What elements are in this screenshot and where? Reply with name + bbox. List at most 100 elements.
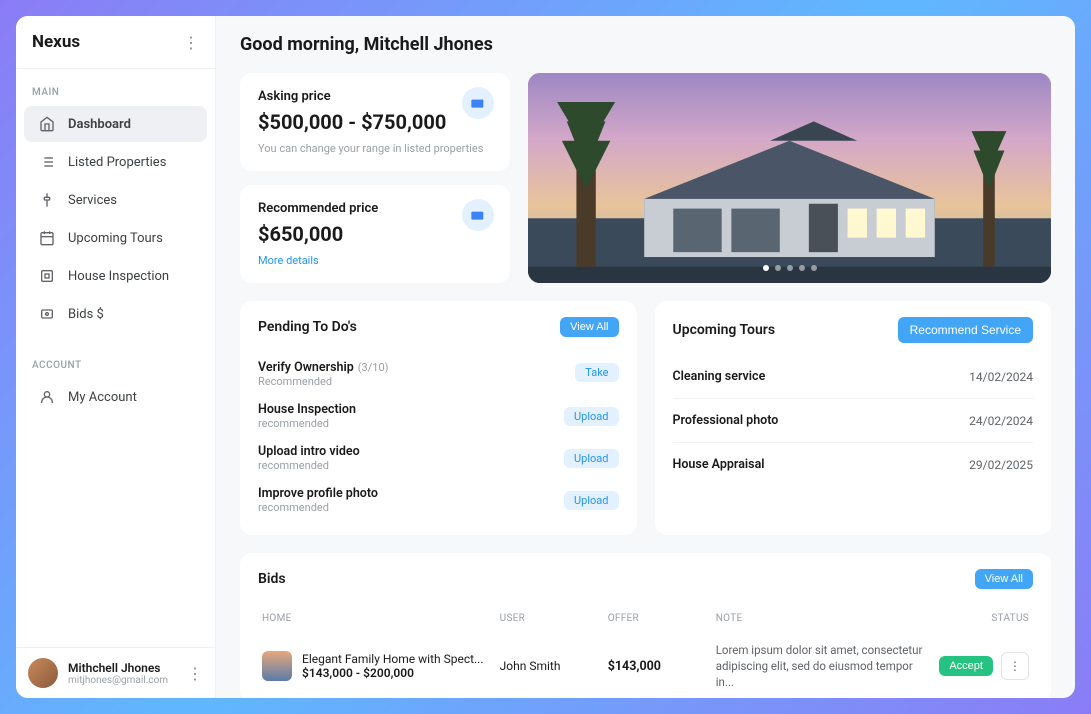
col-user: USER: [500, 613, 608, 624]
todo-action-take[interactable]: Take: [575, 363, 618, 382]
user-icon: [38, 388, 56, 406]
home-icon: [38, 115, 56, 133]
nav-label: Dashboard: [68, 117, 131, 132]
sidebar: Nexus ⋮ MAIN Dashboard Listed Properties…: [16, 16, 216, 698]
dot[interactable]: [775, 265, 781, 271]
dot[interactable]: [811, 265, 817, 271]
recommend-service-button[interactable]: Recommend Service: [898, 317, 1033, 343]
tour-item[interactable]: Cleaning service 14/02/2024: [673, 355, 1034, 399]
nav-item-listed-properties[interactable]: Listed Properties: [24, 144, 207, 180]
money-icon: [38, 305, 56, 323]
view-all-todos-button[interactable]: View All: [560, 317, 618, 337]
col-home: HOME: [262, 613, 500, 624]
nav-item-bids[interactable]: Bids $: [24, 296, 207, 332]
card-value: $500,000 - $750,000: [258, 110, 492, 134]
asking-price-card: Asking price $500,000 - $750,000 You can…: [240, 73, 510, 171]
view-all-bids-button[interactable]: View All: [975, 569, 1033, 589]
nav-label: Listed Properties: [68, 155, 166, 170]
top-row: Asking price $500,000 - $750,000 You can…: [240, 73, 1051, 283]
sidebar-header: Nexus ⋮: [16, 16, 215, 69]
card-note: You can change your range in listed prop…: [258, 142, 492, 155]
sidebar-user-footer[interactable]: Mithchell Jhones mitjhones@gmail.com ⋮: [16, 647, 215, 698]
tour-name: Professional photo: [673, 413, 779, 428]
sidebar-more-icon[interactable]: ⋮: [183, 33, 199, 52]
user-name: Mithchell Jhones: [68, 661, 177, 675]
nav-item-my-account[interactable]: My Account: [24, 379, 207, 415]
tour-name: House Appraisal: [673, 457, 765, 472]
todo-action-upload[interactable]: Upload: [564, 407, 618, 426]
mid-row: Pending To Do's View All Verify Ownershi…: [240, 301, 1051, 535]
app-shell: Nexus ⋮ MAIN Dashboard Listed Properties…: [16, 16, 1075, 698]
col-offer: OFFER: [608, 613, 716, 624]
card-title: Asking price: [258, 89, 492, 104]
todo-list: Verify Ownership (3/10) Recommended Take…: [240, 349, 637, 535]
table-row: Elegant Family Home with Spect... $143,0…: [240, 634, 1051, 698]
todos-panel: Pending To Do's View All Verify Ownershi…: [240, 301, 637, 535]
nav-label: Upcoming Tours: [68, 231, 163, 246]
bids-panel: Bids View All HOME USER OFFER NOTE STATU…: [240, 553, 1051, 698]
nav-label: House Inspection: [68, 269, 169, 284]
todo-subtitle: recommended: [258, 417, 564, 430]
tour-name: Cleaning service: [673, 369, 766, 384]
user-info: Mithchell Jhones mitjhones@gmail.com: [68, 661, 177, 686]
panel-title: Upcoming Tours: [673, 322, 776, 338]
row-more-icon[interactable]: ⋮: [1001, 652, 1029, 680]
todo-action-upload[interactable]: Upload: [564, 491, 618, 510]
dot[interactable]: [787, 265, 793, 271]
todo-subtitle: recommended: [258, 501, 564, 514]
nav-item-house-inspection[interactable]: House Inspection: [24, 258, 207, 294]
user-more-icon[interactable]: ⋮: [187, 664, 203, 683]
tour-item[interactable]: Professional photo 24/02/2024: [673, 399, 1034, 443]
nav-section-account: ACCOUNT My Account: [16, 342, 215, 425]
status-cell: Accept ⋮: [932, 652, 1029, 680]
nav-label-main: MAIN: [16, 77, 215, 104]
list-icon: [38, 153, 56, 171]
todo-item: Verify Ownership (3/10) Recommended Take: [258, 349, 619, 395]
recommended-price-card: Recommended price $650,000 More details: [240, 185, 510, 283]
bids-table: HOME USER OFFER NOTE STATUS Elegant Fami…: [240, 601, 1051, 698]
todo-item: Improve profile photo recommended Upload: [258, 479, 619, 521]
brand-logo: Nexus: [32, 32, 80, 52]
tour-list: Cleaning service 14/02/2024 Professional…: [655, 355, 1052, 486]
todo-action-upload[interactable]: Upload: [564, 449, 618, 468]
home-thumbnail: [262, 651, 292, 681]
nav-item-services[interactable]: Services: [24, 182, 207, 218]
carousel-dots[interactable]: [763, 265, 817, 271]
tour-item[interactable]: House Appraisal 29/02/2025: [673, 443, 1034, 486]
card-title: Recommended price: [258, 201, 492, 216]
tours-panel: Upcoming Tours Recommend Service Cleanin…: [655, 301, 1052, 535]
page-title: Good morning, Mitchell Jhones: [240, 34, 1051, 55]
offer-cell: $143,000: [608, 659, 716, 674]
nav-item-dashboard[interactable]: Dashboard: [24, 106, 207, 142]
table-header: HOME USER OFFER NOTE STATUS: [240, 601, 1051, 634]
dot[interactable]: [763, 265, 769, 271]
todo-title: Verify Ownership: [258, 360, 354, 375]
house-illustration: [528, 73, 1051, 283]
panel-header: Pending To Do's View All: [240, 301, 637, 349]
nav-label: My Account: [68, 390, 137, 405]
todo-count: (3/10): [358, 361, 389, 374]
todo-item: House Inspection recommended Upload: [258, 395, 619, 437]
home-price: $143,000 - $200,000: [302, 666, 484, 680]
dot[interactable]: [799, 265, 805, 271]
todo-title: House Inspection: [258, 402, 564, 417]
property-hero-image[interactable]: [528, 73, 1051, 283]
user-cell: John Smith: [500, 659, 608, 673]
price-cards: Asking price $500,000 - $750,000 You can…: [240, 73, 510, 283]
tour-date: 29/02/2025: [969, 458, 1033, 472]
tour-date: 24/02/2024: [969, 414, 1033, 428]
user-email: mitjhones@gmail.com: [68, 675, 177, 686]
todo-subtitle: Recommended: [258, 375, 575, 388]
nav-label-account: ACCOUNT: [16, 350, 215, 377]
inspection-icon: [38, 267, 56, 285]
home-cell: Elegant Family Home with Spect... $143,0…: [262, 651, 500, 681]
accept-button[interactable]: Accept: [939, 656, 993, 676]
col-status: STATUS: [932, 613, 1029, 624]
more-details-link[interactable]: More details: [258, 254, 492, 267]
wallet-icon: [462, 199, 494, 231]
panel-title: Bids: [258, 571, 286, 587]
home-title: Elegant Family Home with Spect...: [302, 652, 484, 666]
nav-item-upcoming-tours[interactable]: Upcoming Tours: [24, 220, 207, 256]
services-icon: [38, 191, 56, 209]
nav-label: Bids $: [68, 307, 104, 322]
